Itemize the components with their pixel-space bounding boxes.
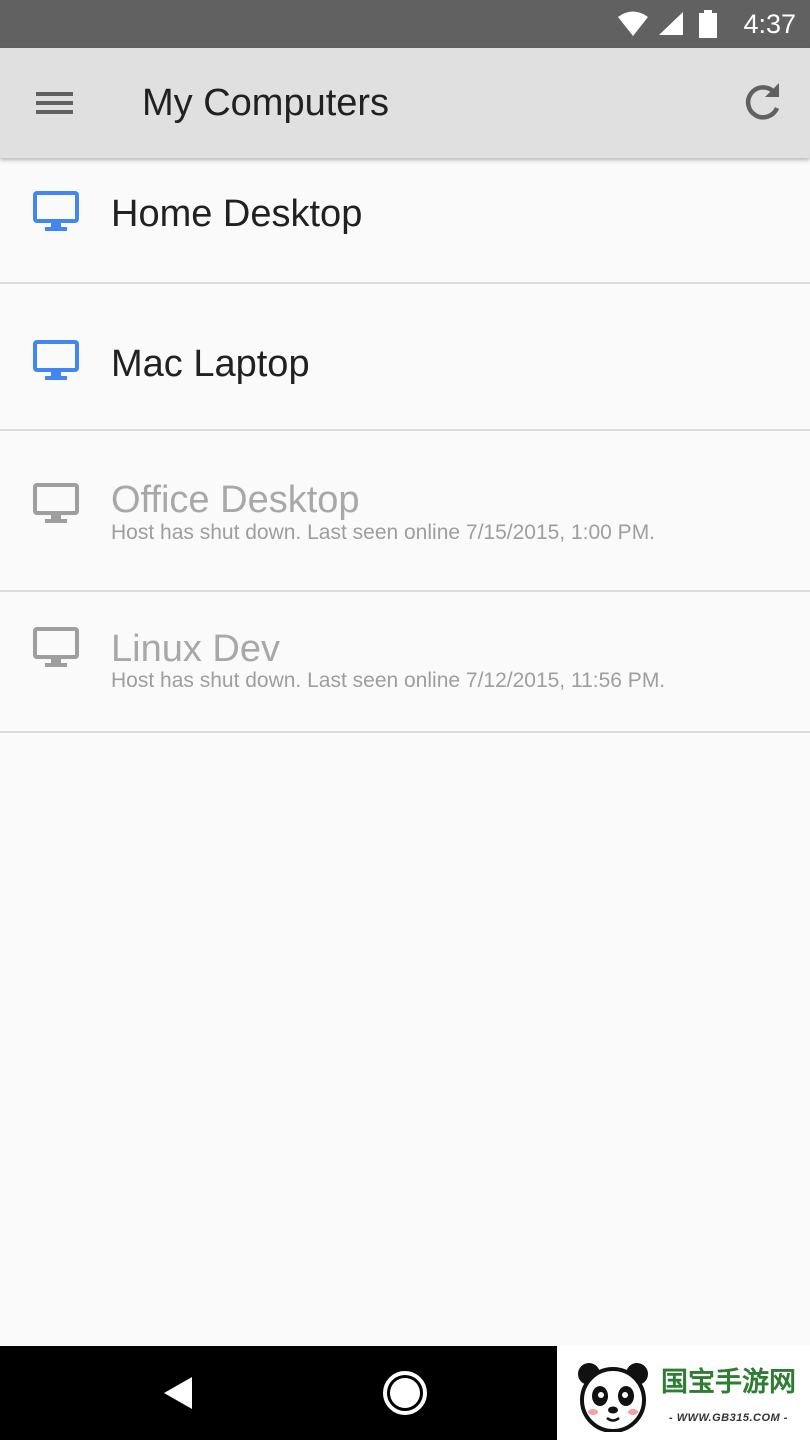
status-time: 4:37	[743, 8, 796, 39]
watermark-text: 国宝手游网	[661, 1367, 796, 1398]
computer-item-home-desktop[interactable]: Home Desktop	[0, 158, 810, 284]
cell-signal-icon	[659, 12, 684, 35]
monitor-icon	[33, 627, 79, 667]
status-icons: 4:37	[617, 0, 796, 48]
computer-name: Home Desktop	[111, 193, 363, 235]
refresh-icon[interactable]	[738, 78, 788, 128]
wifi-icon	[618, 11, 649, 36]
hamburger-line	[36, 101, 73, 105]
battery-icon	[699, 10, 718, 38]
status-bar: 4:37	[0, 0, 810, 48]
watermark: 国宝手游网 - WWW.GB315.COM -	[557, 1346, 810, 1440]
computer-status: Host has shut down. Last seen online 7/1…	[111, 669, 666, 692]
back-icon[interactable]	[158, 1373, 198, 1413]
computer-list: Home Desktop Mac Laptop Office Desktop H…	[0, 158, 810, 733]
computer-item-mac-laptop[interactable]: Mac Laptop	[0, 284, 810, 431]
watermark-url: - WWW.GB315.COM -	[669, 1412, 788, 1424]
computer-name: Mac Laptop	[111, 343, 310, 385]
computer-item-linux-dev[interactable]: Linux Dev Host has shut down. Last seen …	[0, 592, 810, 733]
computer-item-office-desktop[interactable]: Office Desktop Host has shut down. Last …	[0, 431, 810, 592]
computer-status: Host has shut down. Last seen online 7/1…	[111, 521, 656, 544]
monitor-icon	[33, 340, 79, 380]
panda-logo-icon	[578, 1363, 648, 1432]
home-icon[interactable]	[381, 1369, 429, 1417]
computer-name: Linux Dev	[111, 628, 280, 670]
hamburger-line	[36, 110, 73, 114]
app-bar: My Computers	[0, 48, 810, 158]
page-title: My Computers	[142, 82, 390, 124]
monitor-icon	[33, 483, 79, 523]
computer-name: Office Desktop	[111, 479, 360, 521]
monitor-icon	[33, 191, 79, 231]
menu-button[interactable]	[26, 81, 84, 125]
hamburger-menu-icon	[36, 92, 73, 96]
